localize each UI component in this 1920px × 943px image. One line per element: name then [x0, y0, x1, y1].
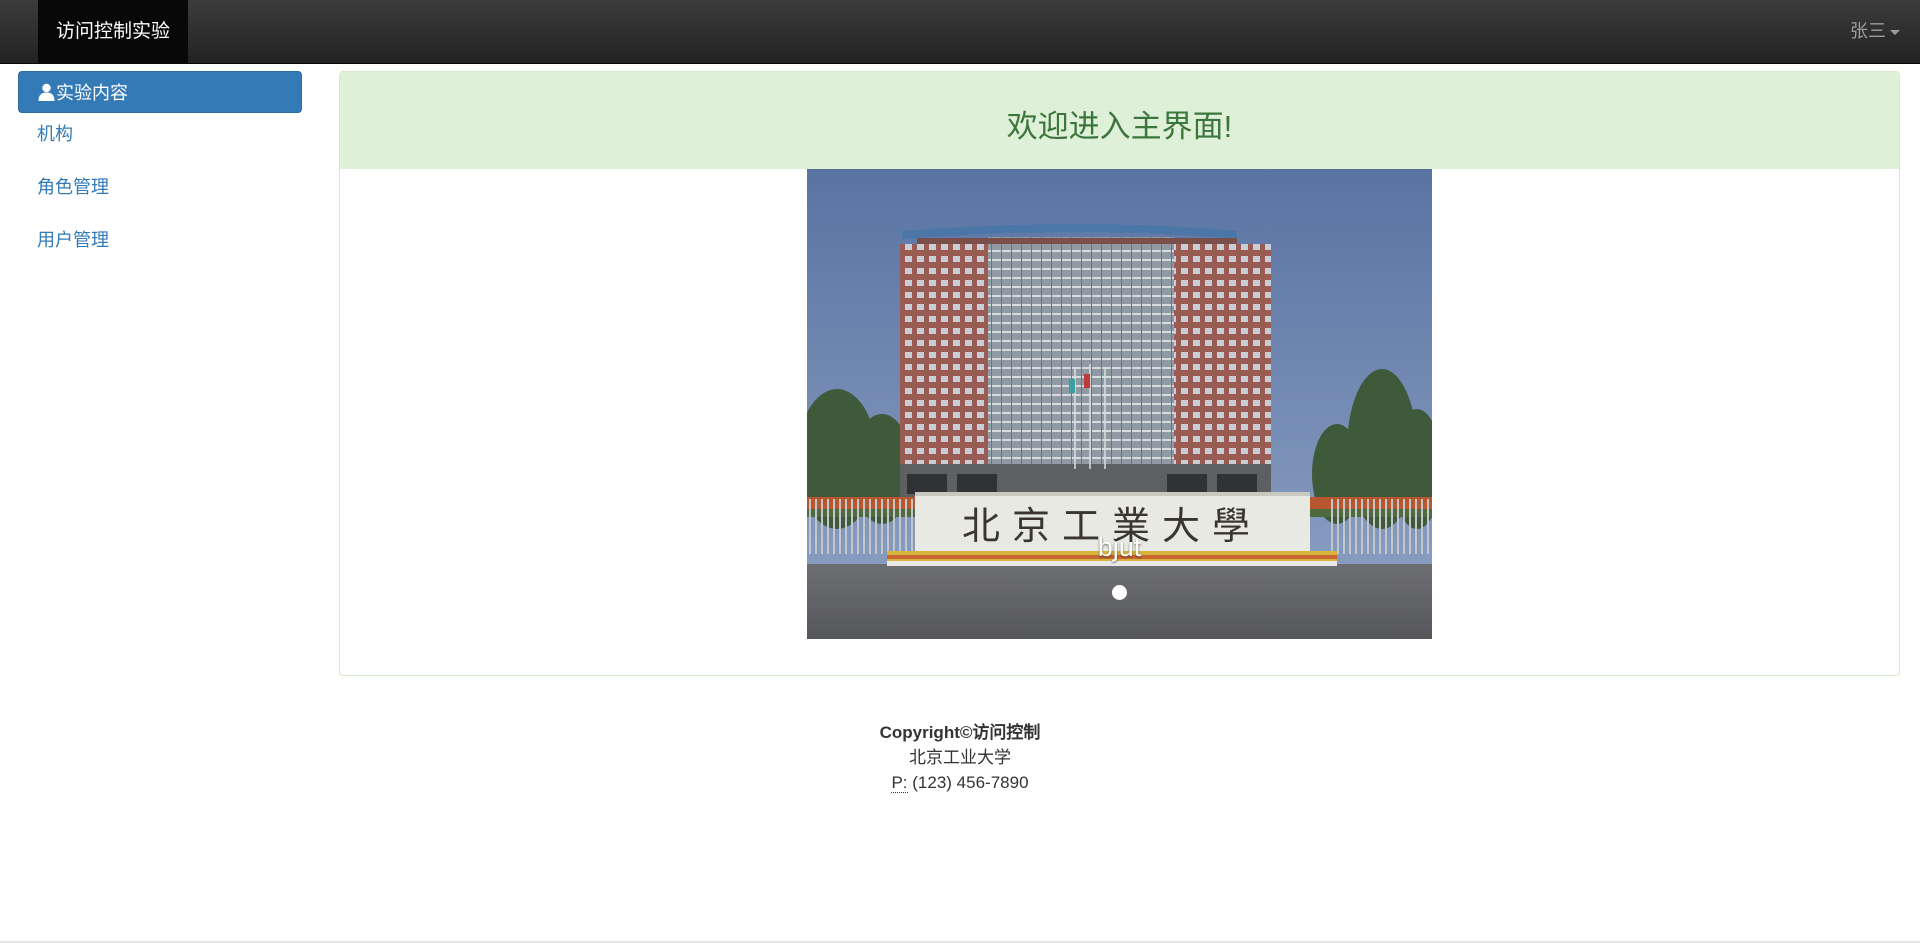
image-carousel[interactable]: 北京工業大學 bjut — [807, 169, 1432, 639]
phone-number: (123) 456-7890 — [912, 773, 1029, 792]
sidebar-item-label: 用户管理 — [37, 230, 109, 250]
sidebar-item-label: 实验内容 — [56, 83, 128, 103]
sidebar-item-experiment[interactable]: 实验内容 — [18, 71, 302, 113]
campus-photo: 北京工業大學 — [807, 169, 1432, 639]
sidebar-item-label: 角色管理 — [37, 177, 109, 197]
user-name: 张三 — [1850, 21, 1886, 41]
caret-down-icon — [1890, 29, 1900, 35]
user-icon — [38, 83, 55, 101]
brand-link[interactable]: 访问控制实验 — [38, 0, 189, 63]
organization-name: 北京工业大学 — [909, 748, 1011, 767]
phone-label: P: — [891, 773, 908, 793]
main-panel: 欢迎进入主界面! 北京工業大學 bjut — [339, 71, 1900, 676]
sidebar-item-organization[interactable]: 机构 — [18, 113, 302, 155]
welcome-heading: 欢迎进入主界面! — [340, 72, 1899, 169]
carousel-indicator[interactable] — [1112, 585, 1127, 600]
top-navbar: 访问控制实验 张三 — [0, 0, 1920, 64]
user-dropdown[interactable]: 张三 — [1850, 0, 1900, 63]
sidebar-item-role-management[interactable]: 角色管理 — [18, 166, 302, 208]
sidebar: 实验内容 机构 角色管理 用户管理 — [18, 71, 302, 272]
phone-line: P: (123) 456-7890 — [0, 770, 1920, 795]
sidebar-item-label: 机构 — [37, 124, 73, 144]
carousel-caption: bjut — [1097, 532, 1142, 562]
copyright-text: Copyright©访问控制 — [879, 723, 1041, 742]
sidebar-item-user-management[interactable]: 用户管理 — [18, 219, 302, 261]
footer: Copyright©访问控制 北京工业大学 P: (123) 456-7890 — [0, 720, 1920, 795]
